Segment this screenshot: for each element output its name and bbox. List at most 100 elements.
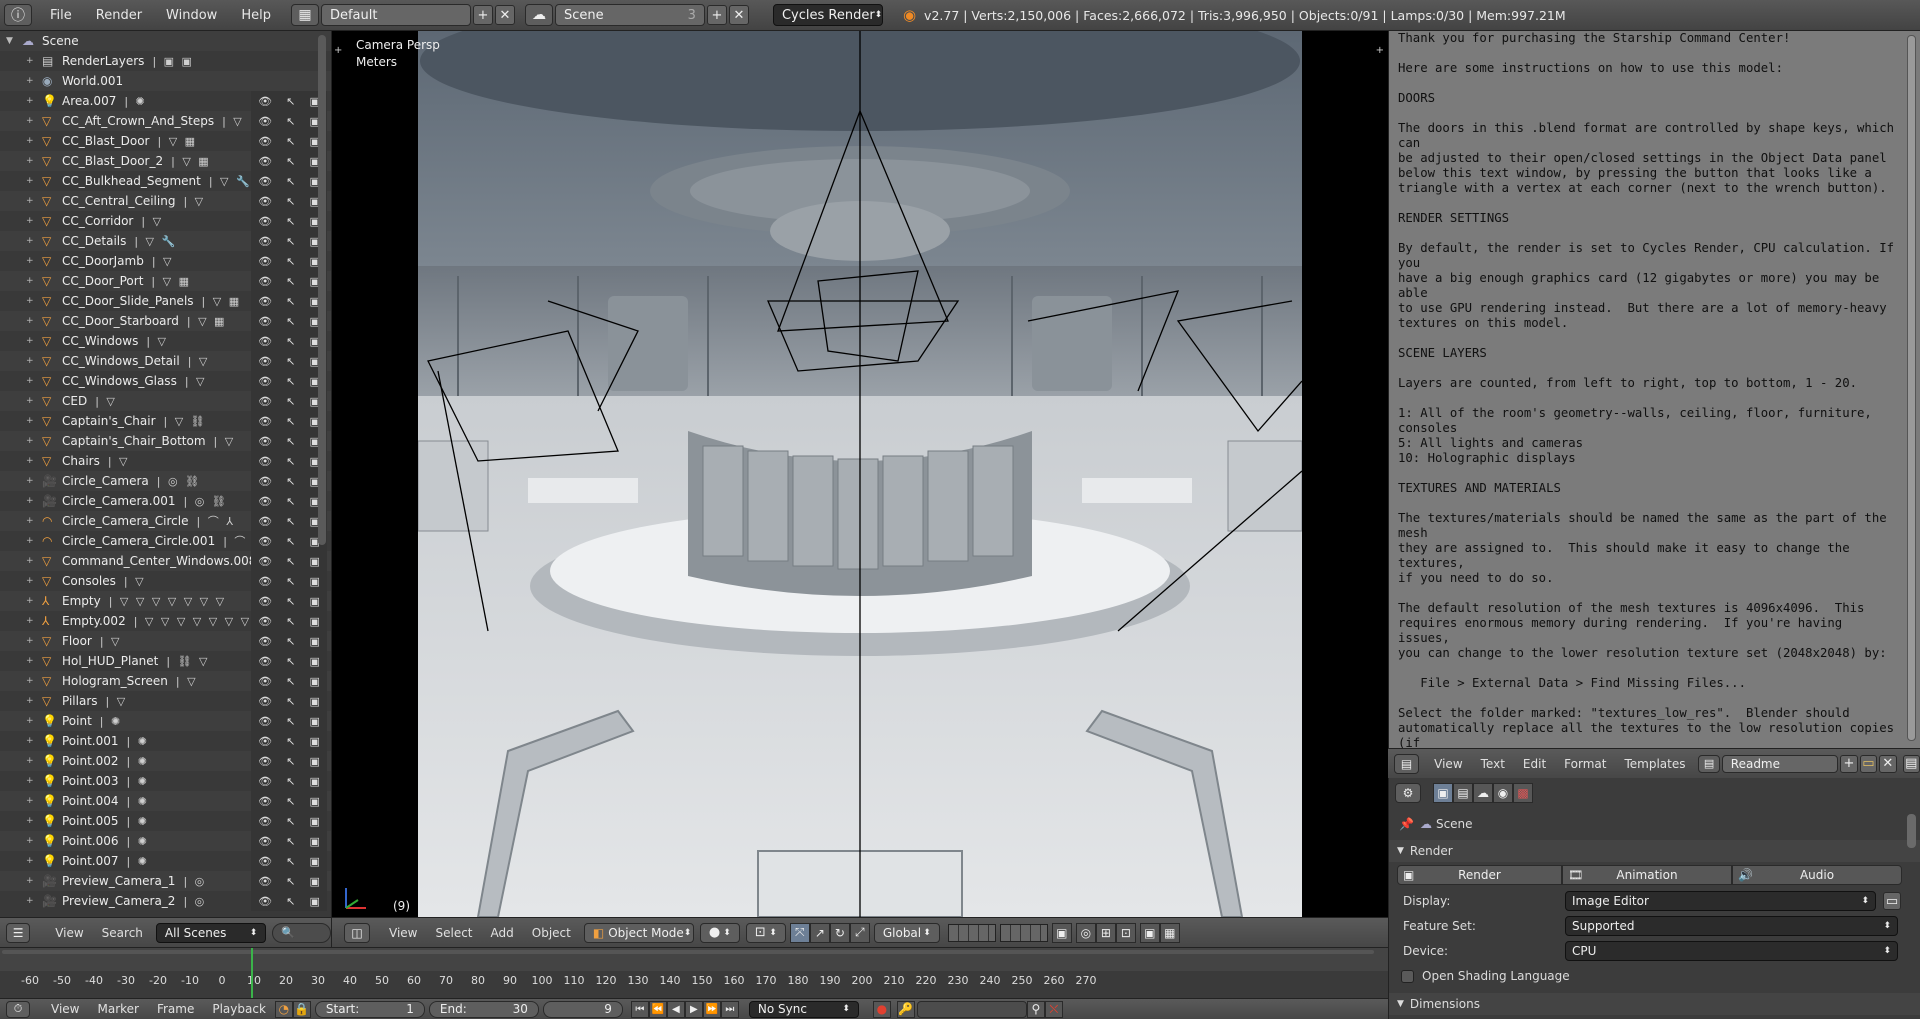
cursor-select-icon[interactable]: ↖ [286,255,295,268]
cursor-select-icon[interactable]: ↖ [286,555,295,568]
cursor-select-icon[interactable]: ↖ [286,875,295,888]
outliner-row-label[interactable]: Circle_Camera.001 [62,494,176,508]
eye-icon[interactable]: 👁 [258,475,272,488]
cursor-select-icon[interactable]: ↖ [286,495,295,508]
play-icon[interactable]: ▶ [684,1000,703,1018]
outliner-row-children[interactable]: | ▽ [183,195,205,208]
outliner-row-label[interactable]: World.001 [62,74,123,88]
camera-render-icon[interactable]: ▣ [310,755,320,768]
camera-render-icon[interactable]: ▣ [310,775,320,788]
eye-icon[interactable]: 👁 [258,95,272,108]
outliner-row-children[interactable]: | ▽ ▽ ▽ ▽ ▽ ▽ ▽ [134,615,251,628]
eye-icon[interactable]: 👁 [258,495,272,508]
screen-layout-field[interactable]: Default [320,4,471,26]
eye-icon[interactable]: 👁 [258,515,272,528]
eye-icon[interactable]: 👁 [258,815,272,828]
outliner-row[interactable]: + 🎥 Circle_Camera | ◎ ⛓ 👁 ↖ ▣ [0,471,331,491]
camera-render-icon[interactable]: ▣ [310,895,320,908]
eye-icon[interactable]: 👁 [258,635,272,648]
camera-render-icon[interactable]: ▣ [310,635,320,648]
camera-render-icon[interactable]: ▣ [310,575,320,588]
expand-icon[interactable]: + [26,496,36,506]
properties-editor-icon[interactable]: ⚙ [1395,783,1421,803]
cursor-select-icon[interactable]: ↖ [286,715,295,728]
outliner-row-label[interactable]: CC_Central_Ceiling [62,194,175,208]
outliner-row-label[interactable]: CC_Door_Port [62,274,143,288]
outliner-row-children[interactable]: | ▽ [108,455,130,468]
cursor-select-icon[interactable]: ↖ [286,735,295,748]
render-panel-collapse-icon[interactable]: ▼ [1397,846,1404,856]
camera-render-icon[interactable]: ▣ [310,795,320,808]
outliner-row-label[interactable]: Chairs [62,454,100,468]
expand-icon[interactable]: + [26,96,36,106]
eye-icon[interactable]: 👁 [258,415,272,428]
expand-icon[interactable]: + [26,216,36,226]
outliner-row-children[interactable]: | ▽ 🔧 [209,175,252,188]
proportional-edit-icon[interactable]: ◎ [1075,922,1096,943]
eye-icon[interactable]: 👁 [258,435,272,448]
cursor-select-icon[interactable]: ↖ [286,675,295,688]
unlink-text-button[interactable]: ✕ [1879,754,1897,773]
outliner-row-children[interactable]: | ◎ [183,875,206,888]
outliner-row-children[interactable]: | ✺ [127,835,149,848]
outliner-row-label[interactable]: Preview_Camera_1 [62,874,175,888]
new-text-button[interactable]: + [1840,754,1858,773]
eye-icon[interactable]: 👁 [258,535,272,548]
outliner-row-children[interactable]: | ▽ 🔧 [134,235,177,248]
outliner-row-children[interactable]: | ▽ [214,435,236,448]
outliner-row[interactable]: + ◠ Circle_Camera_Circle.001 | ⌒ ⅄ 👁 ↖ ▣ [0,531,331,551]
outliner-row-children[interactable]: | ▽ ▦ [171,155,211,168]
expand-icon[interactable]: + [26,676,36,686]
outliner-row[interactable]: + 💡 Point | ✺ 👁 ↖ ▣ [0,711,331,731]
timeline-menu-playback[interactable]: Playback [203,1002,275,1016]
cursor-select-icon[interactable]: ↖ [286,335,295,348]
expand-icon[interactable]: + [26,156,36,166]
camera-render-icon[interactable]: ▣ [310,615,320,628]
menu-render[interactable]: Render [84,8,154,23]
render-panel-title[interactable]: Render [1410,844,1453,858]
outliner-row[interactable]: + ▽ Pillars | ▽ 👁 ↖ ▣ [0,691,331,711]
outliner-row-children[interactable]: | ✺ [124,95,146,108]
cursor-select-icon[interactable]: ↖ [286,615,295,628]
delete-keyframe-icon[interactable]: ⛌ [1044,1000,1063,1018]
end-frame-field[interactable]: End: 30 [428,1000,539,1018]
outliner-row-children[interactable]: | ▣ ▣ [152,55,194,68]
expand-icon[interactable]: + [26,316,36,326]
cursor-select-icon[interactable]: ↖ [286,835,295,848]
cursor-select-icon[interactable]: ↖ [286,535,295,548]
render-button[interactable]: ▣ Render [1397,865,1562,885]
eye-icon[interactable]: 👁 [258,175,272,188]
cursor-select-icon[interactable]: ↖ [286,775,295,788]
camera-render-icon[interactable]: ▣ [310,715,320,728]
outliner-editor-icon[interactable]: ☰ [6,922,31,943]
screen-layout-icon[interactable]: ▦ [290,4,319,26]
expand-icon[interactable]: + [26,336,36,346]
outliner-row[interactable]: + ▽ CED | ▽ 👁 ↖ ▣ [0,391,331,411]
camera-render-icon[interactable]: ▣ [310,675,320,688]
texture-tab-icon[interactable]: ▩ [1513,783,1533,803]
outliner-row[interactable]: + ▽ Floor | ▽ 👁 ↖ ▣ [0,631,331,651]
camera-render-icon[interactable]: ▣ [310,595,320,608]
outliner-row-label[interactable]: CC_Door_Starboard [62,314,179,328]
outliner-row[interactable]: + ▽ Captain's_Chair | ▽ ⛓ 👁 ↖ ▣ [0,411,331,431]
expand-icon[interactable]: + [26,276,36,286]
outliner-row-label[interactable]: Floor [62,634,92,648]
outliner-row-label[interactable]: Captain's_Chair [62,414,156,428]
cursor-select-icon[interactable]: ↖ [286,515,295,528]
outliner-menu-search[interactable]: Search [93,926,152,940]
text-menu-edit[interactable]: Edit [1514,757,1555,771]
record-icon[interactable]: ● [872,1000,891,1018]
render-layers-tab-icon[interactable]: ▤ [1453,783,1473,803]
text-editor-icon[interactable]: ▤ [1394,753,1420,774]
outliner-row-children[interactable]: | ▽ [95,395,117,408]
cursor-select-icon[interactable]: ↖ [286,175,295,188]
cursor-select-icon[interactable]: ↖ [286,895,295,908]
eye-icon[interactable]: 👁 [258,275,272,288]
outliner-row[interactable]: + ▽ Consoles | ▽ 👁 ↖ ▣ [0,571,331,591]
outliner-row-children[interactable]: | ✺ [127,735,149,748]
add-layout-button[interactable]: + [472,5,493,25]
outliner-row-label[interactable]: CC_Windows_Detail [62,354,180,368]
cursor-select-icon[interactable]: ↖ [286,755,295,768]
cursor-select-icon[interactable]: ↖ [286,315,295,328]
outliner-row[interactable]: + 💡 Area.007 | ✺ 👁 ↖ ▣ [0,91,331,111]
